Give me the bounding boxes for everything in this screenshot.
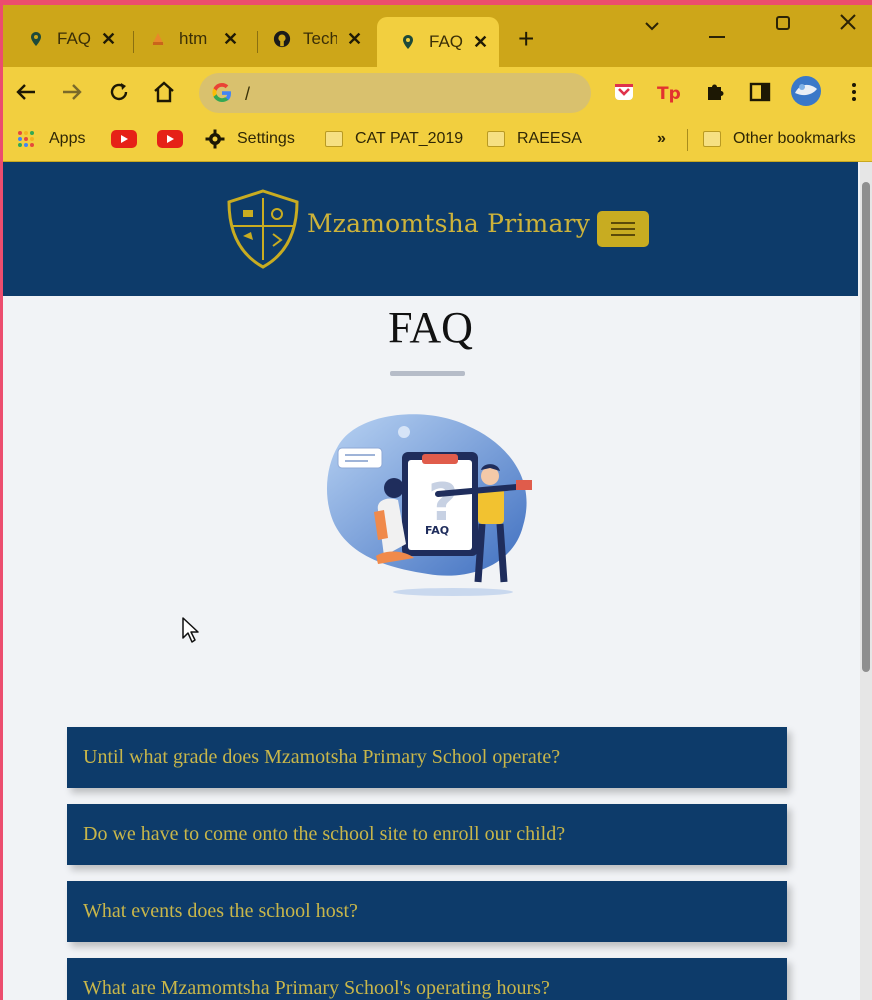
- tab-title: htm: [179, 29, 208, 48]
- bookmark-settings[interactable]: Settings: [205, 127, 295, 151]
- more-menu-icon[interactable]: [839, 77, 869, 107]
- home-button[interactable]: [149, 77, 179, 107]
- close-icon[interactable]: ✕: [101, 29, 116, 50]
- svg-text:Tp: Tp: [657, 84, 681, 103]
- new-tab-button[interactable]: +: [518, 25, 534, 53]
- folder-icon: [487, 131, 505, 147]
- location-pin-icon: [399, 33, 417, 51]
- youtube-icon: [111, 130, 137, 148]
- back-button[interactable]: [11, 77, 41, 107]
- tab-faq-active[interactable]: FAQ ✕: [377, 17, 499, 67]
- page-title: FAQ: [388, 303, 473, 352]
- bookmarks-overflow-button[interactable]: »: [657, 127, 666, 151]
- site-title[interactable]: Mzamomtsha Primary: [307, 209, 590, 238]
- profile-avatar[interactable]: [789, 74, 823, 108]
- address-bar[interactable]: [199, 73, 591, 113]
- reload-button[interactable]: [104, 77, 134, 107]
- bookmark-label: RAEESA: [517, 130, 582, 147]
- bookmark-divider: [687, 129, 688, 151]
- tab-separator: [257, 31, 258, 53]
- school-crest-logo[interactable]: [225, 188, 301, 270]
- tab-htm[interactable]: htm ✕: [149, 17, 238, 61]
- page-scrollbar[interactable]: [860, 162, 872, 1000]
- faq-question-4[interactable]: What are Mzamomtsha Primary School's ope…: [67, 958, 787, 1000]
- close-window-button[interactable]: [839, 13, 857, 36]
- site-header: Mzamomtsha Primary: [3, 162, 858, 296]
- bookmark-other[interactable]: Other bookmarks: [703, 127, 856, 151]
- tp-extension-icon[interactable]: Tp: [654, 77, 684, 107]
- faq-question-text: Do we have to come onto the school site …: [83, 823, 566, 845]
- apps-grid-icon: [17, 130, 35, 148]
- bookmark-raeesa[interactable]: RAEESA: [487, 127, 582, 151]
- google-icon: [212, 83, 231, 102]
- pocket-extension-icon[interactable]: [609, 77, 639, 107]
- youtube-icon: [157, 130, 183, 148]
- gear-icon: [205, 129, 225, 149]
- tab-tech[interactable]: Tech ✕: [273, 17, 362, 61]
- bookmark-label: Settings: [237, 130, 295, 147]
- side-panel-icon[interactable]: [745, 77, 775, 107]
- bookmark-cat-pat[interactable]: CAT PAT_2019: [325, 127, 463, 151]
- close-icon[interactable]: ✕: [223, 29, 238, 50]
- faq-question-text: What are Mzamomtsha Primary School's ope…: [83, 977, 550, 999]
- extensions-puzzle-icon[interactable]: [700, 77, 730, 107]
- url-input[interactable]: [243, 81, 577, 107]
- close-icon[interactable]: ✕: [473, 32, 488, 53]
- tab-faq-1[interactable]: FAQ ✕: [27, 17, 116, 61]
- folder-icon: [325, 131, 343, 147]
- github-icon: [273, 30, 291, 48]
- browser-toolbar: Tp: [3, 67, 872, 119]
- title-underline: [390, 371, 465, 376]
- forward-button[interactable]: [57, 77, 87, 107]
- tab-search-icon[interactable]: [644, 17, 660, 38]
- folder-icon: [703, 131, 721, 147]
- minimize-button[interactable]: [709, 23, 725, 44]
- hamburger-menu-button[interactable]: [597, 211, 649, 247]
- faq-question-text: What events does the school host?: [83, 900, 358, 922]
- tab-title: FAQ: [57, 29, 91, 48]
- bookmark-label: Apps: [49, 130, 86, 147]
- bookmarks-bar: Apps Settings CAT PAT_2019 RAEESA » Othe…: [3, 119, 872, 162]
- bookmark-label: CAT PAT_2019: [355, 130, 464, 147]
- faq-list: Until what grade does Mzamotsha Primary …: [67, 727, 787, 1000]
- faq-illustration: ? FAQ: [326, 414, 532, 596]
- illustration-label: FAQ: [425, 524, 449, 537]
- mouse-cursor-icon: [182, 617, 199, 643]
- browser-window: FAQ ✕ htm ✕ Tech ✕ FAQ ✕ + / Tp Apps Set…: [3, 5, 872, 1000]
- tab-title: FAQ: [429, 32, 463, 51]
- bookmark-youtube-1[interactable]: [111, 127, 137, 151]
- maximize-button[interactable]: [775, 15, 791, 36]
- faq-question-3[interactable]: What events does the school host?: [67, 881, 787, 942]
- scrollbar-thumb[interactable]: [862, 182, 870, 672]
- faq-question-2[interactable]: Do we have to come onto the school site …: [67, 804, 787, 865]
- bookmark-youtube-2[interactable]: [157, 127, 183, 151]
- close-icon[interactable]: ✕: [347, 29, 362, 50]
- page-content: Mzamomtsha Primary FAQ ? FAQ Until what …: [3, 162, 858, 1000]
- tab-strip: FAQ ✕ htm ✕ Tech ✕ FAQ ✕ +: [3, 5, 872, 67]
- tab-title: Tech: [303, 29, 337, 48]
- location-pin-icon: [27, 30, 45, 48]
- bookmark-label: Other bookmarks: [733, 130, 856, 147]
- faq-question-1[interactable]: Until what grade does Mzamotsha Primary …: [67, 727, 787, 788]
- faq-question-text: Until what grade does Mzamotsha Primary …: [83, 746, 561, 768]
- html-icon: [149, 30, 167, 48]
- tab-separator: [133, 31, 134, 53]
- bookmark-apps[interactable]: Apps: [17, 127, 85, 151]
